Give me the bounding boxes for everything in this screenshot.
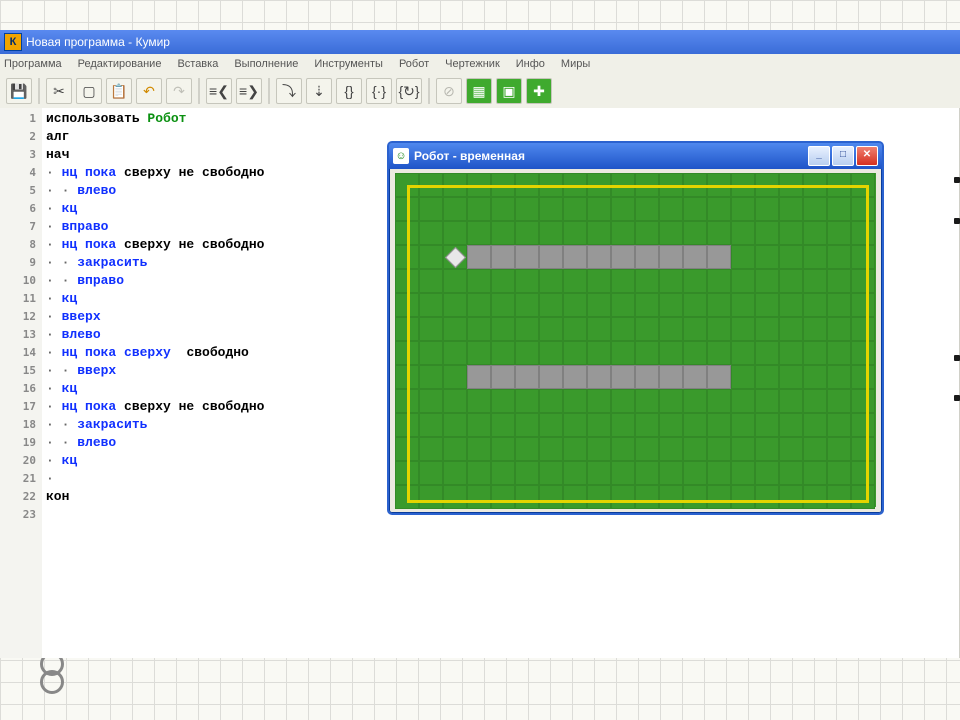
menu-Миры[interactable]: Миры <box>561 58 590 70</box>
stop-button[interactable]: ⊘ <box>436 78 462 104</box>
line-gutter: 1234567891011121314151617181920212223 <box>0 108 42 658</box>
menu-Инструменты[interactable]: Инструменты <box>314 58 383 70</box>
maximize-button[interactable]: □ <box>832 146 854 166</box>
menu-bar: Программа Редактирование Вставка Выполнение… <box>0 54 960 75</box>
panel-button[interactable]: ▣ <box>496 78 522 104</box>
paste-button[interactable]: 📋 <box>106 78 132 104</box>
grid-button[interactable]: ▦ <box>466 78 492 104</box>
undo-button[interactable]: ↶ <box>136 78 162 104</box>
robot-icon: ☺ <box>393 148 409 164</box>
robot-window[interactable]: ☺ Робот - временная _ □ ✕ <box>387 141 884 515</box>
app-icon: К <box>4 33 22 51</box>
robot-title: Робот - временная <box>414 149 525 163</box>
indent-left-button[interactable]: ≡❮ <box>206 78 232 104</box>
robot-field[interactable] <box>395 173 876 507</box>
indent-right-button[interactable]: ≡❯ <box>236 78 262 104</box>
copy-button[interactable]: ▢ <box>76 78 102 104</box>
window-title: Новая программа - Кумир <box>26 35 170 49</box>
minimize-button[interactable]: _ <box>808 146 830 166</box>
br1-button[interactable]: {} <box>336 78 362 104</box>
br3-button[interactable]: {↻} <box>396 78 422 104</box>
menu-Робот[interactable]: Робот <box>399 58 429 70</box>
menu-Чертежник[interactable]: Чертежник <box>445 58 500 70</box>
step-over-button[interactable]: ⇣ <box>306 78 332 104</box>
cut-button[interactable]: ✂ <box>46 78 72 104</box>
plus-button[interactable]: ✚ <box>526 78 552 104</box>
menu-Программа[interactable]: Программа <box>4 58 62 70</box>
step-into-button[interactable]: ⤵ <box>276 78 302 104</box>
redo-button[interactable]: ↷ <box>166 78 192 104</box>
menu-Выполнение[interactable]: Выполнение <box>234 58 298 70</box>
menu-Вставка[interactable]: Вставка <box>177 58 218 70</box>
close-button[interactable]: ✕ <box>856 146 878 166</box>
save-button[interactable]: 💾 <box>6 78 32 104</box>
titlebar: К Новая программа - Кумир <box>0 30 960 54</box>
robot-titlebar[interactable]: ☺ Робот - временная _ □ ✕ <box>389 143 882 169</box>
toolbar: 💾 ✂▢📋↶↷ ≡❮≡❯ ⤵⇣{}{·}{↻} ⊘▦▣✚ <box>0 74 960 109</box>
br2-button[interactable]: {·} <box>366 78 392 104</box>
menu-Редактирование[interactable]: Редактирование <box>78 58 162 70</box>
menu-Инфо[interactable]: Инфо <box>516 58 545 70</box>
